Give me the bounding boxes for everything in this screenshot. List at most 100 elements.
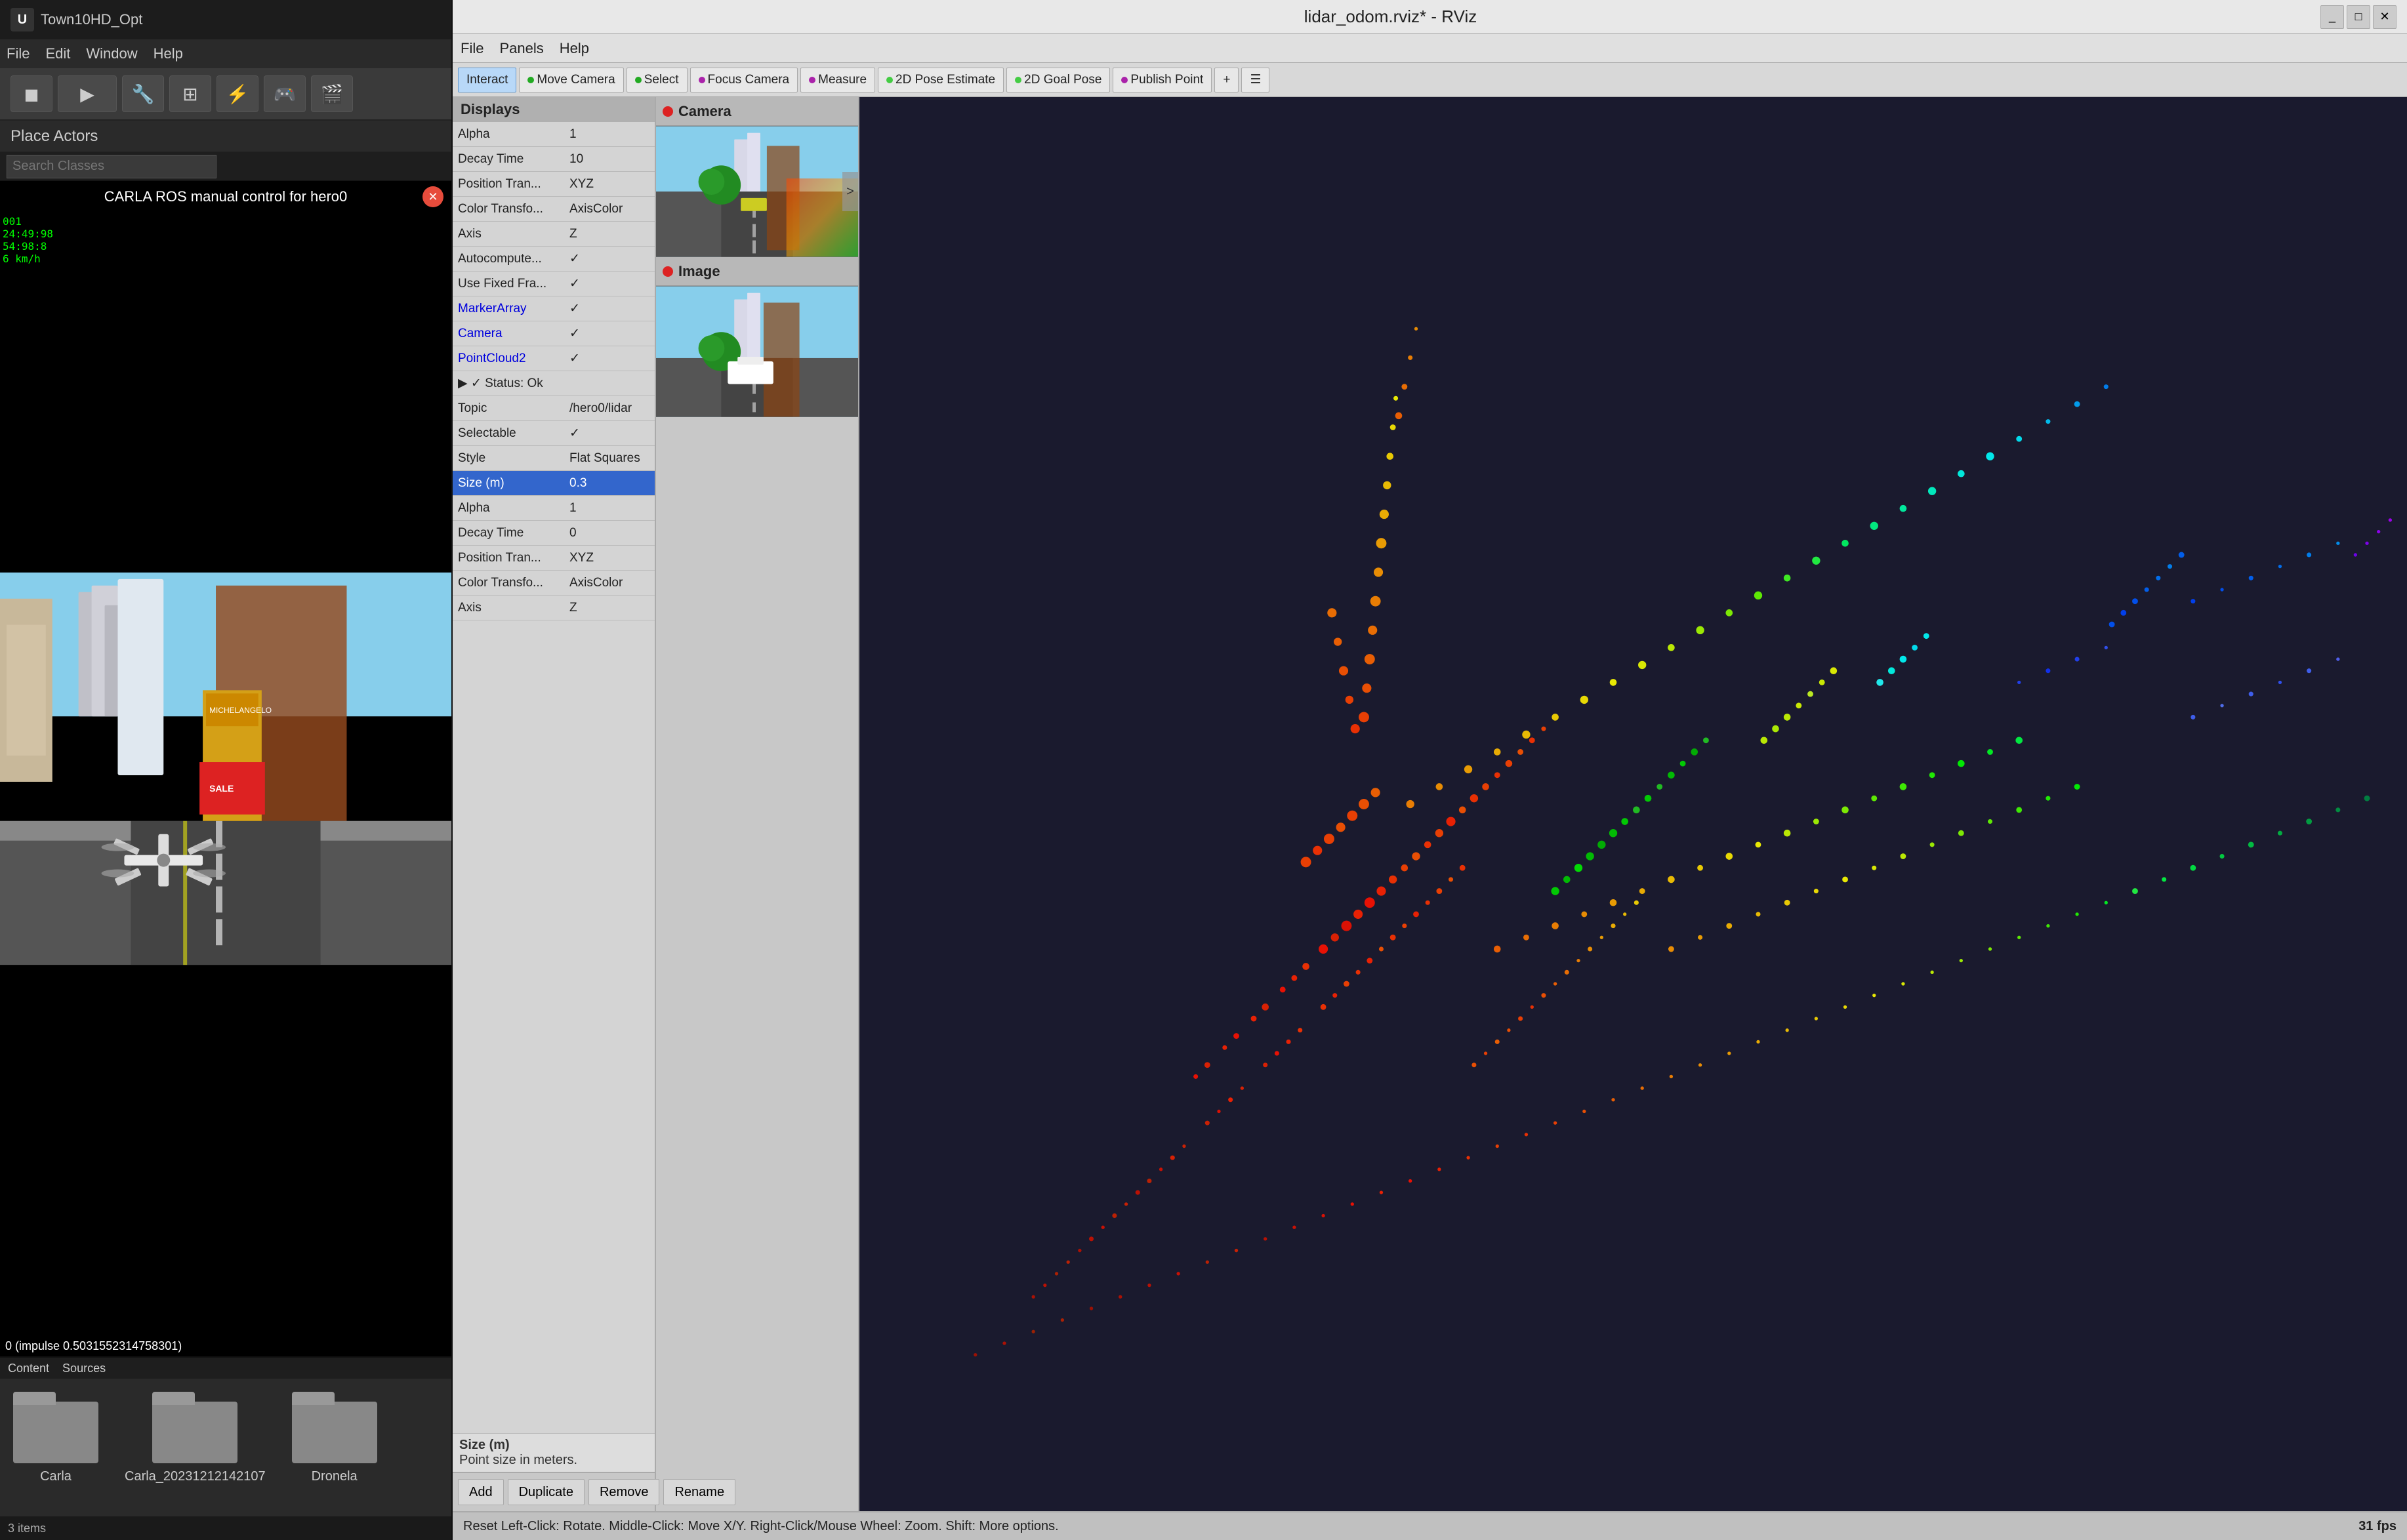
display-row-size[interactable]: Size (m) 0.3 bbox=[453, 471, 655, 496]
camera-label: Camera bbox=[678, 103, 731, 120]
folder-carla-label: Carla bbox=[40, 1469, 72, 1484]
display-row-status[interactable]: ▶ ✓ Status: Ok bbox=[453, 371, 655, 396]
display-row-selectable[interactable]: Selectable ✓ bbox=[453, 421, 655, 446]
place-actors-label: Place Actors bbox=[10, 127, 98, 146]
display-row-camera[interactable]: Camera ✓ bbox=[453, 321, 655, 346]
carla-titlebar: CARLA ROS manual control for hero0 ✕ bbox=[0, 181, 451, 213]
display-row-style[interactable]: Style Flat Squares bbox=[453, 446, 655, 471]
rviz-close[interactable]: ✕ bbox=[2373, 5, 2397, 29]
ue-titlebar: U Town10HD_Opt bbox=[0, 0, 451, 39]
svg-text:SALE: SALE bbox=[209, 783, 234, 794]
display-row-6[interactable]: Use Fixed Fra... ✓ bbox=[453, 272, 655, 296]
rviz-menu-help[interactable]: Help bbox=[560, 40, 589, 57]
rviz-menu-file[interactable]: File bbox=[461, 40, 483, 57]
ue-place-actors-bar: Place Actors bbox=[0, 121, 451, 152]
pose-bullet bbox=[886, 77, 893, 83]
carla-close-button[interactable]: ✕ bbox=[422, 186, 443, 207]
displays-header: Displays bbox=[453, 97, 655, 122]
camera-status-dot bbox=[663, 106, 673, 117]
menu-window[interactable]: Window bbox=[86, 45, 137, 62]
folder-carla[interactable]: Carla bbox=[13, 1392, 98, 1484]
rviz-maximize[interactable]: □ bbox=[2347, 5, 2370, 29]
image-svg bbox=[656, 286, 858, 417]
tool-2d-goal[interactable]: 2D Goal Pose bbox=[1006, 68, 1110, 92]
tool-select[interactable]: Select bbox=[627, 68, 688, 92]
ue-panel: U Town10HD_Opt File Edit Window Help ◼ ▶… bbox=[0, 0, 453, 1540]
folder-dronela[interactable]: Dronela bbox=[292, 1392, 377, 1484]
display-row-decay2[interactable]: Decay Time 0 bbox=[453, 521, 655, 546]
tool-2d-pose[interactable]: 2D Pose Estimate bbox=[878, 68, 1004, 92]
display-row-axis2[interactable]: Axis Z bbox=[453, 596, 655, 620]
displays-footer: Add Duplicate Remove Rename bbox=[453, 1472, 655, 1511]
menu-file[interactable]: File bbox=[7, 45, 30, 62]
focus-bullet bbox=[699, 77, 705, 83]
rviz-camera-panel: Camera bbox=[656, 97, 859, 1511]
display-row-4[interactable]: Axis Z bbox=[453, 222, 655, 247]
image-view bbox=[656, 286, 858, 417]
tool-grid[interactable]: ⊞ bbox=[169, 75, 211, 112]
display-row-0[interactable]: Alpha 1 bbox=[453, 122, 655, 147]
rviz-3d-view bbox=[859, 97, 2407, 1511]
content-tab[interactable]: Content bbox=[8, 1362, 49, 1375]
camera-view: > bbox=[656, 126, 858, 257]
publish-bullet bbox=[1121, 77, 1128, 83]
rviz-title: lidar_odom.rviz* - RViz bbox=[463, 7, 2318, 27]
tool-lightning[interactable]: ⚡ bbox=[216, 75, 258, 112]
rviz-minimize[interactable]: _ bbox=[2320, 5, 2344, 29]
lidar-pointcloud-svg bbox=[859, 97, 2407, 1511]
rviz-fps-counter: 31 fps bbox=[2358, 1519, 2397, 1534]
tool-publish-point[interactable]: Publish Point bbox=[1113, 68, 1212, 92]
display-row-markerarray[interactable]: MarkerArray ✓ bbox=[453, 296, 655, 321]
display-row-5[interactable]: Autocompute... ✓ bbox=[453, 247, 655, 272]
menu-edit[interactable]: Edit bbox=[45, 45, 70, 62]
duplicate-button[interactable]: Duplicate bbox=[508, 1479, 585, 1505]
display-row-topic[interactable]: Topic /hero0/lidar bbox=[453, 396, 655, 421]
display-row-pos2[interactable]: Position Tran... XYZ bbox=[453, 546, 655, 571]
remove-button[interactable]: Remove bbox=[588, 1479, 659, 1505]
displays-title: Displays bbox=[461, 101, 520, 118]
tool-gamepad[interactable]: 🎮 bbox=[264, 75, 306, 112]
ue-logo: U bbox=[10, 8, 34, 31]
folder-carla2[interactable]: Carla_20231212142107 bbox=[125, 1392, 266, 1484]
tool-move-camera[interactable]: Move Camera bbox=[519, 68, 623, 92]
ue-content-browser: Content Sources Carla Carla_202312121421… bbox=[0, 1356, 451, 1540]
tool-measure[interactable]: Measure bbox=[800, 68, 875, 92]
tool-menu[interactable]: ☰ bbox=[1241, 68, 1269, 92]
rviz-menu-panels[interactable]: Panels bbox=[499, 40, 543, 57]
folder-dronela-label: Dronela bbox=[312, 1469, 358, 1484]
tool-transform[interactable]: ◼ bbox=[10, 75, 52, 112]
carla-title: CARLA ROS manual control for hero0 bbox=[104, 188, 348, 205]
display-row-2[interactable]: Position Tran... XYZ bbox=[453, 172, 655, 197]
image-status-dot bbox=[663, 266, 673, 277]
tool-play[interactable]: ▶ bbox=[58, 75, 117, 112]
svg-text:MICHELANGELO: MICHELANGELO bbox=[209, 706, 272, 715]
image-section-header: Image bbox=[656, 257, 858, 286]
size-info-title: Size (m) bbox=[459, 1438, 648, 1453]
carla-window: CARLA ROS manual control for hero0 ✕ 001… bbox=[0, 181, 451, 1356]
tool-extra[interactable]: + bbox=[1214, 68, 1239, 92]
rviz-statusbar: Reset Left-Click: Rotate. Middle-Click: … bbox=[453, 1511, 2407, 1540]
tool-settings[interactable]: 🔧 bbox=[122, 75, 164, 112]
tool-focus-camera[interactable]: Focus Camera bbox=[690, 68, 798, 92]
ue-search-bar bbox=[0, 152, 451, 181]
image-label: Image bbox=[678, 263, 720, 280]
sources-tab[interactable]: Sources bbox=[62, 1362, 106, 1375]
search-input[interactable] bbox=[7, 155, 216, 178]
content-browser-header: Content Sources bbox=[0, 1358, 451, 1379]
ue-menubar: File Edit Window Help bbox=[0, 39, 451, 68]
display-row-color2[interactable]: Color Transfo... AxisColor bbox=[453, 571, 655, 596]
rviz-titlebar: lidar_odom.rviz* - RViz _ □ ✕ bbox=[453, 0, 2407, 34]
tool-camera[interactable]: 🎬 bbox=[311, 75, 353, 112]
display-row-pointcloud2[interactable]: PointCloud2 ✓ bbox=[453, 346, 655, 371]
display-row-alpha2[interactable]: Alpha 1 bbox=[453, 496, 655, 521]
rviz-status-text: Reset Left-Click: Rotate. Middle-Click: … bbox=[463, 1519, 1059, 1534]
display-row-3[interactable]: Color Transfo... AxisColor bbox=[453, 197, 655, 222]
tool-interact[interactable]: Interact bbox=[458, 68, 516, 92]
display-row-1[interactable]: Decay Time 10 bbox=[453, 147, 655, 172]
ue-title: Town10HD_Opt bbox=[41, 11, 142, 28]
camera-svg bbox=[656, 126, 858, 257]
cam-chevron-right[interactable]: > bbox=[842, 172, 858, 211]
camera-section-header: Camera bbox=[656, 97, 858, 126]
add-button[interactable]: Add bbox=[458, 1479, 504, 1505]
menu-help[interactable]: Help bbox=[154, 45, 183, 62]
